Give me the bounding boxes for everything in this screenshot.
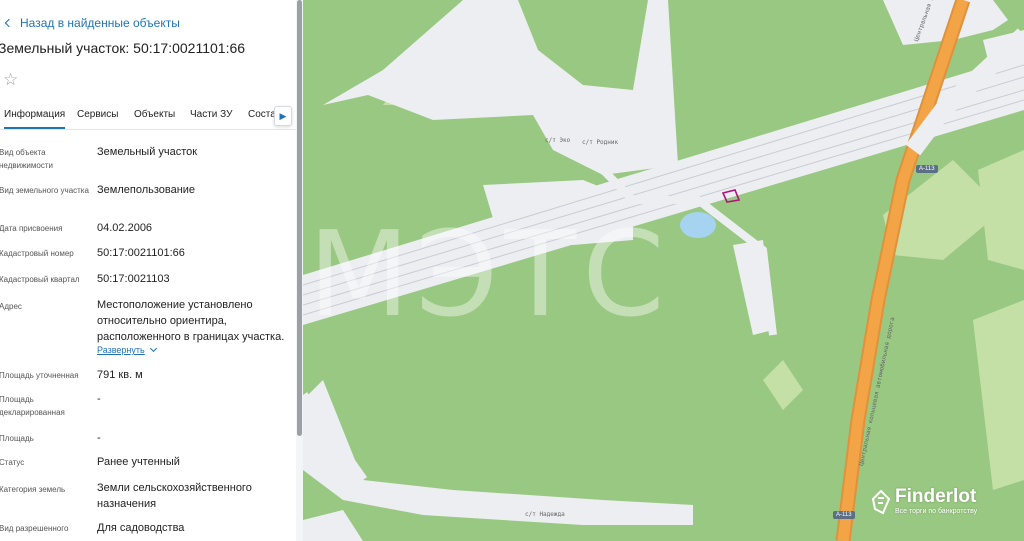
field-label: Вид разрешенного	[0, 524, 69, 533]
tab-information[interactable]: Информация	[4, 109, 66, 129]
field-value: -	[97, 393, 101, 405]
brand-tagline: Все торги по банкротству	[895, 508, 978, 515]
field-value: 04.02.2006	[97, 222, 153, 234]
field-value: Ранее учтенный	[97, 456, 180, 468]
pond	[680, 212, 716, 238]
clearing-area	[303, 380, 693, 525]
panel-scrollbar-thumb[interactable]	[297, 0, 302, 436]
field-label: Площадь декларированная	[0, 395, 65, 417]
finderlot-logo-icon	[871, 489, 891, 515]
field-label: Кадастровый номер	[0, 249, 74, 258]
route-shield-a113: А-113	[833, 511, 855, 519]
clearing-area	[303, 510, 363, 541]
tab-composition[interactable]: Соста	[248, 109, 276, 120]
field-label: Статус	[0, 458, 25, 467]
map-label-nadezhda: с/т Надежда	[525, 511, 565, 518]
tab-bar: Информация Сервисы Объекты Части ЗУ Сост…	[0, 100, 303, 130]
star-icon[interactable]: ☆	[3, 71, 18, 88]
field-value: Земли сельскохозяйственного назначения	[97, 482, 252, 510]
map-view[interactable]: МЭТС с/т Эко с/т Родник с/т Надежда Цент…	[303, 0, 1024, 541]
field-value: -	[97, 432, 101, 444]
tab-objects[interactable]: Объекты	[134, 109, 175, 120]
meadow-area	[763, 360, 803, 410]
field-value: 791 кв. м	[97, 369, 143, 381]
route-shield-a113: А-113	[916, 165, 938, 173]
tabs-scroll-right-button[interactable]: ▶	[274, 106, 292, 126]
tab-services[interactable]: Сервисы	[77, 109, 118, 120]
field-label: Площадь уточненная	[0, 371, 79, 380]
field-label: Категория земель	[0, 485, 66, 494]
back-to-results-link[interactable]: Назад в найденные объекты	[2, 14, 180, 32]
tab-parts[interactable]: Части ЗУ	[190, 109, 232, 120]
field-label: Дата присвоения	[0, 224, 63, 233]
back-link-label: Назад в найденные объекты	[20, 16, 180, 30]
meadow-area	[973, 300, 1024, 490]
chevron-right-icon: ▶	[279, 110, 287, 121]
finderlot-brand: Finderlot Все торги по банкротству	[871, 487, 977, 516]
field-label: Адрес	[0, 302, 22, 311]
clearing-area	[323, 0, 678, 175]
map-label-eko: с/т Эко	[545, 137, 571, 144]
map-label-rodnik: с/т Родник	[582, 139, 619, 146]
field-value: 50:17:0021103	[97, 273, 170, 285]
address-expand-link[interactable]: Развернуть	[97, 344, 157, 355]
field-value: Для садоводства	[97, 522, 185, 534]
meadow-area	[978, 150, 1024, 270]
field-label: Кадастровый квартал	[0, 275, 80, 284]
chevron-left-icon	[4, 18, 14, 28]
field-value: Местоположение установлено относительно …	[97, 299, 285, 343]
field-value: Землепользование	[97, 184, 196, 196]
field-label: Вид земельного участка	[0, 186, 89, 195]
field-value: 50:17:0021101:66	[97, 247, 185, 259]
chevron-down-icon	[149, 344, 157, 353]
field-label: Площадь	[0, 434, 34, 443]
field-label: Вид объекта недвижимости	[0, 148, 53, 170]
field-value: Земельный участок	[97, 146, 198, 158]
expand-label: Развернуть	[97, 345, 145, 355]
brand-name: Finderlot	[895, 486, 977, 507]
map-canvas	[303, 0, 1024, 541]
info-panel: Назад в найденные объекты Земельный учас…	[0, 0, 303, 541]
page-title: Земельный участок: 50:17:0021101:66	[0, 40, 246, 56]
